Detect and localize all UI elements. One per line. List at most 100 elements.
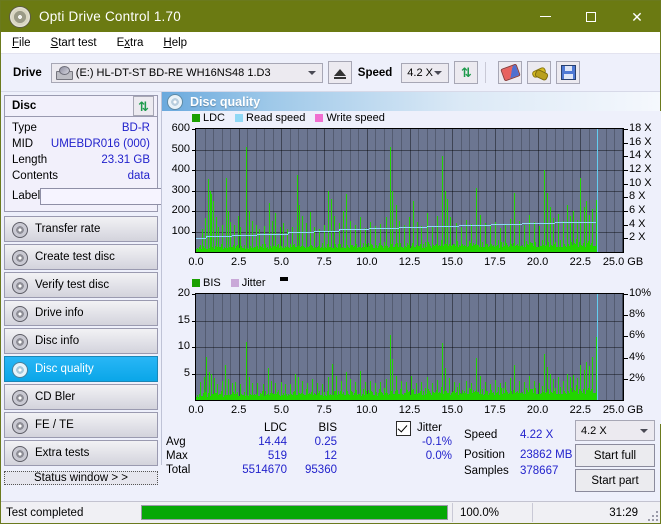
- disc-row-type: Type BD-R: [12, 120, 150, 136]
- speed-select-value: 4.2 X: [407, 67, 433, 79]
- data-spike: [544, 354, 545, 400]
- read-speed-line: [490, 225, 492, 226]
- minimize-button[interactable]: [522, 1, 568, 32]
- close-button[interactable]: ✕: [614, 1, 660, 32]
- window-controls: ✕: [522, 1, 660, 32]
- sidebar-item-verify-test-disc[interactable]: Verify test disc: [4, 272, 158, 298]
- maximize-button[interactable]: [568, 1, 614, 32]
- stats-avg-bis: 0.25: [292, 436, 337, 448]
- eject-button[interactable]: [328, 61, 352, 84]
- data-spike: [328, 377, 329, 400]
- refresh-icon: ⇅: [461, 66, 472, 79]
- data-spike: [307, 383, 308, 400]
- sidebar-item-label: CD Bler: [35, 391, 75, 403]
- data-spike: [454, 382, 455, 400]
- menu-extra[interactable]: Extra: [115, 35, 153, 51]
- stats-panel: LDC BIS Avg 14.44 0.25 Max 519 12 Total …: [162, 422, 661, 465]
- data-spike: [505, 382, 506, 400]
- data-spike: [490, 226, 491, 252]
- data-spike: [312, 379, 313, 400]
- y2-axis-tick-label: 2 X: [629, 231, 646, 243]
- sidebar-item-disc-quality[interactable]: Disc quality: [4, 356, 158, 382]
- drive-select[interactable]: (E:) HL-DT-ST BD-RE WH16NS48 1.D3: [51, 63, 323, 83]
- tools-icon: [532, 66, 547, 79]
- content-pane: Disc quality LDCRead speedWrite speed 10…: [161, 92, 660, 465]
- save-icon: [561, 65, 576, 80]
- read-speed-line: [230, 236, 232, 237]
- window-title: Opti Drive Control 1.70: [39, 9, 181, 24]
- sidebar-item-disc-info[interactable]: Disc info: [4, 328, 158, 354]
- sidebar-item-create-test-disc[interactable]: Create test disc: [4, 244, 158, 270]
- data-spike: [529, 215, 530, 252]
- disc-test-icon: [11, 222, 28, 237]
- start-full-button[interactable]: Start full: [575, 444, 655, 467]
- y2-axis-tick-mark: [624, 143, 628, 144]
- disc-row-contents: Contents data: [12, 168, 150, 184]
- stats-total-bis: 95360: [292, 464, 337, 476]
- data-spike: [360, 217, 361, 252]
- y-axis-tick-mark: [192, 321, 196, 322]
- menu-help[interactable]: Help: [161, 35, 196, 51]
- y-axis-tick-mark: [192, 374, 196, 375]
- data-spike: [480, 215, 481, 252]
- maximize-icon: [586, 12, 596, 22]
- save-button[interactable]: [556, 61, 580, 84]
- gridline-major: [196, 347, 623, 348]
- y-axis-tick-label: 5: [162, 367, 190, 379]
- start-part-button[interactable]: Start part: [575, 469, 655, 492]
- data-spike: [485, 382, 486, 400]
- read-speed-line: [288, 232, 312, 233]
- resize-grip[interactable]: [648, 511, 658, 521]
- data-spike: [500, 228, 501, 252]
- data-spike: [592, 209, 593, 252]
- data-spike: [343, 211, 344, 252]
- disc-refresh-button[interactable]: ⇅: [133, 96, 154, 116]
- y2-axis-tick-label: 12 X: [629, 163, 652, 175]
- test-speed-select[interactable]: 4.2 X: [575, 420, 655, 441]
- y-axis-tick-label: 200: [162, 204, 190, 216]
- jitter-checkbox[interactable]: [396, 421, 411, 436]
- menu-start-test[interactable]: Start test: [49, 35, 106, 51]
- erase-button[interactable]: [498, 61, 522, 84]
- y-axis-tick-mark: [192, 294, 196, 295]
- read-speed-line: [555, 222, 596, 223]
- y2-axis-tick-label: 6%: [629, 329, 645, 341]
- y-axis-tick-mark: [192, 211, 196, 212]
- sidebar-item-cd-bler[interactable]: CD Bler: [4, 384, 158, 410]
- data-spike: [586, 201, 587, 252]
- legend-item: Write speed: [315, 112, 385, 124]
- data-spike: [524, 382, 525, 400]
- menu-file[interactable]: File: [10, 35, 40, 51]
- gridline-major: [196, 191, 623, 192]
- y2-axis-tick-mark: [624, 184, 628, 185]
- sidebar-item-label: Verify test disc: [35, 279, 109, 291]
- x-axis-tick-label: 25.0 GB: [593, 404, 653, 416]
- sidebar-item-drive-info[interactable]: Drive info: [4, 300, 158, 326]
- jitter-max-value: 0.0%: [372, 450, 452, 462]
- gridline-major: [196, 374, 623, 375]
- data-spike: [577, 220, 578, 252]
- y2-axis-tick-label: 4%: [629, 351, 645, 363]
- disc-mid-key: MID: [12, 138, 33, 150]
- disc-mid-value: UMEBDR016 (000): [51, 138, 150, 150]
- nav-list: Transfer rate Create test disc Verify te…: [4, 216, 158, 468]
- app-window: Opti Drive Control 1.70 ✕ File Start tes…: [0, 0, 661, 524]
- title-bar: Opti Drive Control 1.70 ✕: [1, 1, 660, 32]
- data-spike: [322, 384, 323, 400]
- status-message: Test completed: [1, 503, 141, 522]
- data-spike: [413, 201, 414, 252]
- status-window-button[interactable]: Status window > >: [4, 471, 158, 485]
- sidebar-item-extra-tests[interactable]: Extra tests: [4, 440, 158, 466]
- refresh-button[interactable]: ⇅: [454, 61, 478, 84]
- drive-label: Drive: [13, 67, 42, 79]
- sidebar-item-label: Disc quality: [35, 363, 94, 375]
- sidebar-item-transfer-rate[interactable]: Transfer rate: [4, 216, 158, 242]
- sidebar-item-fe-te[interactable]: FE / TE: [4, 412, 158, 438]
- data-spike: [567, 205, 568, 252]
- refresh-icon: ⇅: [138, 100, 149, 113]
- tools-button[interactable]: [527, 61, 551, 84]
- speed-select[interactable]: 4.2 X: [401, 63, 449, 83]
- read-speed-line: [367, 229, 369, 230]
- data-spike: [456, 223, 457, 252]
- data-spike: [550, 374, 551, 401]
